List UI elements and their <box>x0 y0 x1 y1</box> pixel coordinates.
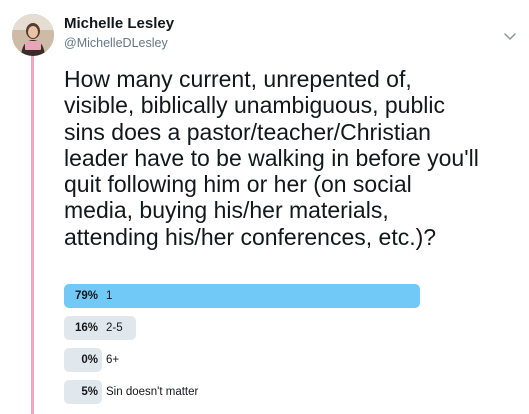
chevron-down-icon[interactable] <box>502 28 518 44</box>
author-name[interactable]: Michelle Lesley <box>64 15 174 32</box>
poll-percent: 5% <box>81 386 98 398</box>
author-handle[interactable]: @MichelleDLesley <box>64 36 168 50</box>
tweet-text-line: quit following him or her (on social <box>64 171 412 198</box>
poll-option: 5% Sin doesn't matter <box>64 380 514 404</box>
poll-percent: 0% <box>81 354 98 366</box>
tweet-text-line: media, buying his/her materials, <box>64 197 389 224</box>
thread-line <box>31 56 34 414</box>
tweet-text-line: leader have to be walking in before you'… <box>64 144 479 171</box>
poll-option: 79% 1 <box>64 284 514 308</box>
poll-bar <box>64 284 420 308</box>
poll-option-label: 2-5 <box>106 322 123 334</box>
profile-photo-icon <box>12 14 54 56</box>
poll-option-label: 6+ <box>106 354 120 366</box>
poll-percent: 79% <box>74 290 98 302</box>
poll-option-label: 1 <box>106 290 113 302</box>
poll-option-label: Sin doesn't matter <box>106 386 199 398</box>
poll-percent: 16% <box>74 322 98 334</box>
tweet-text: How many current, unrepented of, visible… <box>64 66 526 250</box>
tweet-text-line: How many current, unrepented of, <box>64 66 412 92</box>
poll-option: 16% 2-5 <box>64 316 514 340</box>
poll: 79% 1 16% 2-5 0% 6+ 5% Sin doesn't matte… <box>64 284 514 412</box>
tweet-text-line: visible, biblically unambiguous, public <box>64 92 445 119</box>
avatar[interactable] <box>12 14 54 56</box>
tweet-text-line: sins does a pastor/teacher/Christian <box>64 118 431 145</box>
tweet-text-line: attending his/her conferences, etc.)? <box>64 223 437 250</box>
poll-option: 0% 6+ <box>64 348 514 372</box>
